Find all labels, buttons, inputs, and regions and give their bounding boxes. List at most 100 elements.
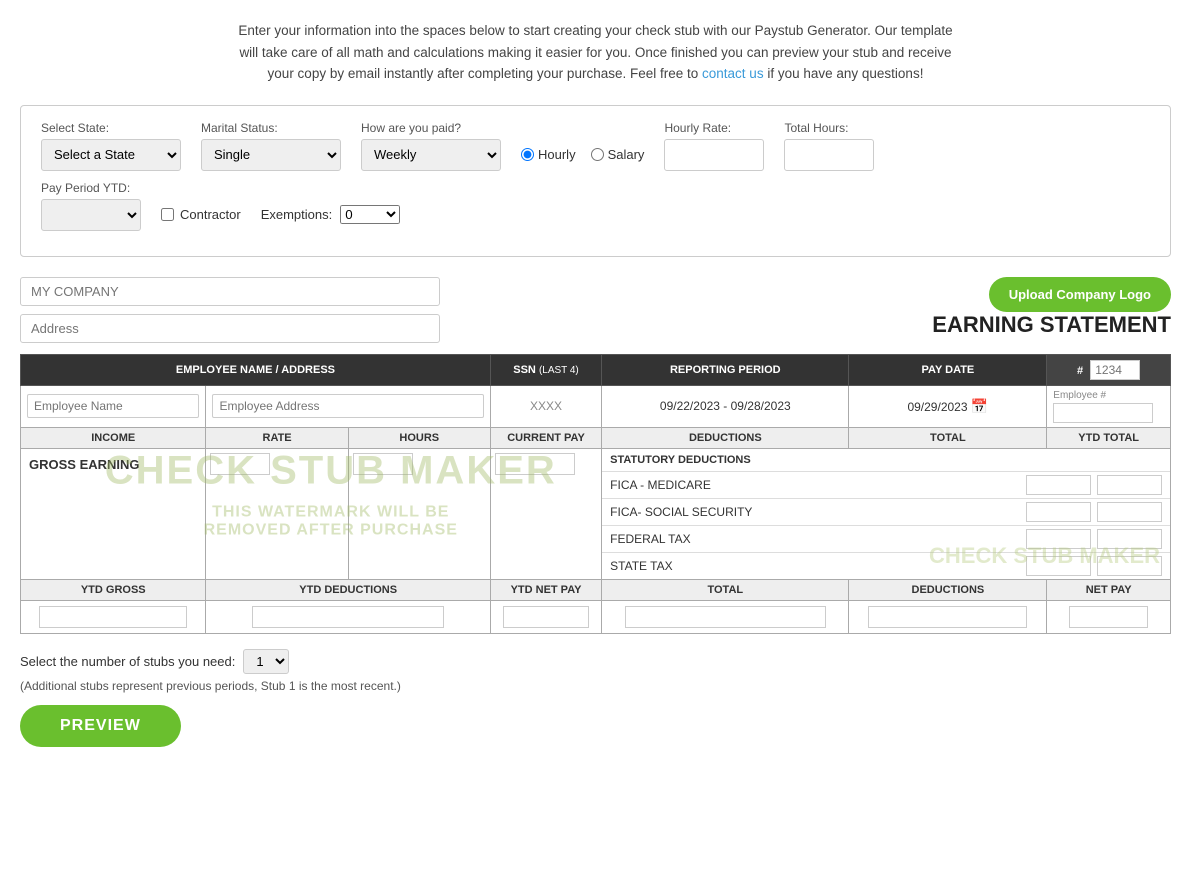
stubs-count-select[interactable]: 1 2 3 4 5: [243, 649, 289, 674]
pay-method-select[interactable]: Weekly Bi-Weekly Semi-Monthly Monthly: [361, 139, 501, 171]
employee-num-input[interactable]: [1053, 403, 1153, 423]
ytd-values-row: 2000.00 375.50 1624.50 400.00 75.10 324.…: [21, 600, 1171, 633]
intro-text-2: will take care of all math and calculati…: [239, 45, 951, 60]
state-tax-total[interactable]: 0.00: [1026, 556, 1091, 576]
employee-address-cell: [206, 385, 490, 427]
total-input[interactable]: 400.00: [625, 606, 826, 628]
state-group: Select State: Select a State Alabama Ala…: [41, 121, 181, 171]
federal-tax-row: FEDERAL TAX 44.50 225.50: [602, 525, 1170, 552]
ytd-net-pay-value-cell: 1624.50: [490, 600, 601, 633]
preview-button[interactable]: PREVIEW: [20, 705, 181, 747]
fica-medicare-total[interactable]: 5.80: [1026, 475, 1091, 495]
right-header: Upload Company Logo EARNING STATEMENT: [932, 277, 1171, 344]
current-pay-input[interactable]: 400.00: [495, 453, 575, 475]
stubs-label: Select the number of stubs you need:: [20, 654, 235, 669]
ssn-cell: XXXX: [490, 385, 601, 427]
hourly-rate-label: Hourly Rate:: [664, 121, 764, 135]
bottom-section: Select the number of stubs you need: 1 2…: [20, 649, 1171, 747]
hours-cell: 40: [348, 448, 490, 579]
pay-period-label: Pay Period YTD:: [41, 181, 141, 195]
hourly-radio[interactable]: [521, 148, 534, 161]
marital-select[interactable]: Single Married: [201, 139, 341, 171]
settings-panel: Select State: Select a State Alabama Ala…: [20, 105, 1171, 257]
settings-row-2: Pay Period YTD: Contractor Exemptions: 0…: [41, 181, 1150, 231]
pay-period-group: Pay Period YTD:: [41, 181, 141, 231]
ytd-net-pay-input[interactable]: 1624.50: [503, 606, 588, 628]
contractor-label: Contractor: [180, 207, 241, 222]
col-pay-date: PAY DATE: [849, 354, 1047, 385]
employee-num-label: Employee #: [1053, 390, 1164, 401]
current-pay-cell: 400.00: [490, 448, 601, 579]
state-select[interactable]: Select a State Alabama Alaska California…: [41, 139, 181, 171]
deductions-col-header-2: DEDUCTIONS: [849, 579, 1047, 600]
stub-header-row: EMPLOYEE NAME / ADDRESS SSN (LAST 4) REP…: [21, 354, 1171, 385]
state-tax-ytd[interactable]: 0.00: [1097, 556, 1162, 576]
contractor-group: Contractor: [161, 207, 241, 222]
stub-container: EMPLOYEE NAME / ADDRESS SSN (LAST 4) REP…: [20, 354, 1171, 634]
deductions-value-cell: 75.10: [849, 600, 1047, 633]
col-employee-name-address: EMPLOYEE NAME / ADDRESS: [21, 354, 491, 385]
current-pay-col-header: CURRENT PAY: [490, 427, 601, 448]
calendar-icon[interactable]: 📅: [971, 398, 988, 414]
ssn-value: XXXX: [530, 399, 562, 413]
fica-medicare-ytd[interactable]: 29.00: [1097, 475, 1162, 495]
federal-tax-ytd[interactable]: 225.50: [1097, 529, 1162, 549]
company-address-input[interactable]: [20, 314, 440, 343]
intro-text-1: Enter your information into the spaces b…: [238, 23, 952, 38]
settings-row-1: Select State: Select a State Alabama Ala…: [41, 121, 1150, 171]
rate-col-header: RATE: [206, 427, 348, 448]
ytd-deductions-input[interactable]: 375.50: [252, 606, 443, 628]
fica-ss-total[interactable]: 24.80: [1026, 502, 1091, 522]
exemptions-label: Exemptions:: [261, 207, 333, 222]
net-pay-value-cell: 324.90: [1047, 600, 1171, 633]
upload-logo-button[interactable]: Upload Company Logo: [989, 277, 1171, 312]
intro-section: Enter your information into the spaces b…: [20, 20, 1171, 85]
company-inputs: [20, 277, 440, 343]
federal-tax-total[interactable]: 44.50: [1026, 529, 1091, 549]
rate-input[interactable]: 10: [210, 453, 270, 475]
net-pay-input[interactable]: 324.90: [1069, 606, 1148, 628]
fica-ss-ytd[interactable]: 124.00: [1097, 502, 1162, 522]
total-hours-input[interactable]: 40: [784, 139, 874, 171]
employee-num-cell: Employee #: [1047, 385, 1171, 427]
fica-medicare-label: FICA - MEDICARE: [610, 478, 1026, 492]
col-ssn: SSN (LAST 4): [490, 354, 601, 385]
state-tax-row: STATE TAX 0.00 0.00: [602, 552, 1170, 579]
pay-period-select[interactable]: [41, 199, 141, 231]
fica-ss-row: FICA- SOCIAL SECURITY 24.80 124.00: [602, 498, 1170, 525]
net-pay-col-header: NET PAY: [1047, 579, 1171, 600]
exemptions-select[interactable]: 0 1 2 3: [340, 205, 400, 224]
marital-label: Marital Status:: [201, 121, 341, 135]
total-hours-label: Total Hours:: [784, 121, 874, 135]
fica-medicare-row: FICA - MEDICARE 5.80 29.00: [602, 471, 1170, 498]
statutory-label: STATUTORY DEDUCTIONS: [602, 449, 1170, 471]
contact-us-link[interactable]: contact us: [702, 66, 764, 81]
deductions-input[interactable]: 75.10: [868, 606, 1027, 628]
hourly-rate-group: Hourly Rate: 10: [664, 121, 764, 171]
income-col-header: INCOME: [21, 427, 206, 448]
reporting-period-value: 09/22/2023 - 09/28/2023: [660, 399, 791, 413]
contractor-checkbox[interactable]: [161, 208, 174, 221]
hourly-radio-label[interactable]: Hourly: [521, 147, 576, 162]
marital-group: Marital Status: Single Married: [201, 121, 341, 171]
ytd-gross-input[interactable]: 2000.00: [39, 606, 187, 628]
salary-radio[interactable]: [591, 148, 604, 161]
salary-radio-label[interactable]: Salary: [591, 147, 645, 162]
federal-tax-label: FEDERAL TAX: [610, 532, 1026, 546]
company-name-input[interactable]: [20, 277, 440, 306]
reporting-period-cell: 09/22/2023 - 09/28/2023: [602, 385, 849, 427]
company-section: Upload Company Logo EARNING STATEMENT: [20, 277, 1171, 344]
pay-type-group: Hourly Salary: [521, 147, 644, 162]
total-col-header: TOTAL: [849, 427, 1047, 448]
pay-date-cell: 09/29/2023 📅: [849, 385, 1047, 427]
income-header-row: INCOME RATE HOURS CURRENT PAY DEDUCTIONS…: [21, 427, 1171, 448]
employee-name-input[interactable]: [27, 394, 199, 418]
hours-input[interactable]: 40: [353, 453, 413, 475]
employee-name-cell: [21, 385, 206, 427]
ytd-deductions-col-header: YTD DEDUCTIONS: [206, 579, 490, 600]
employee-address-input[interactable]: [212, 394, 483, 418]
hash-input[interactable]: [1090, 360, 1140, 380]
pay-method-group: How are you paid? Weekly Bi-Weekly Semi-…: [361, 121, 501, 171]
hourly-rate-input[interactable]: 10: [664, 139, 764, 171]
note-text: (Additional stubs represent previous per…: [20, 679, 1171, 693]
